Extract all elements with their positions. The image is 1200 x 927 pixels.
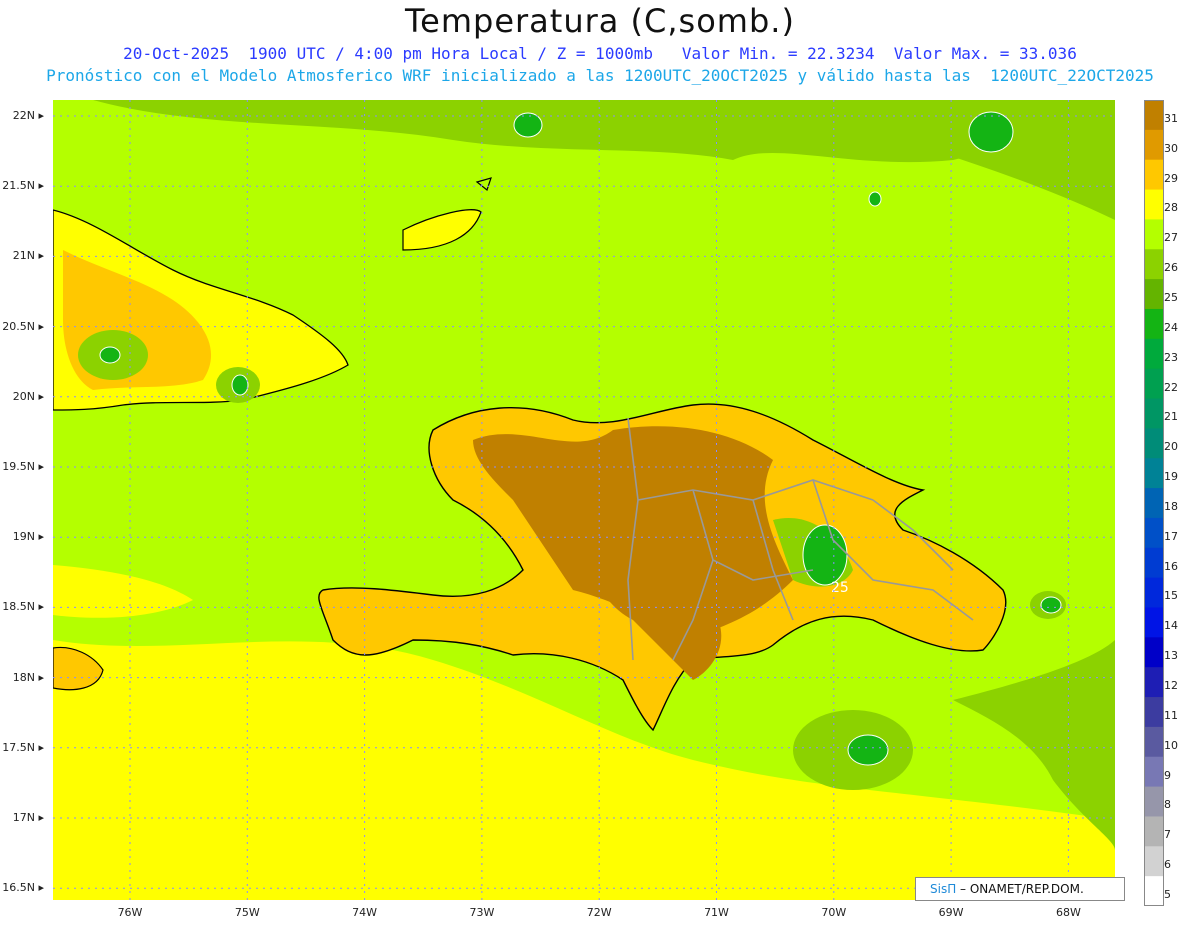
- scale-label: 5: [1164, 888, 1171, 901]
- lat-label: 22N ▸: [12, 109, 44, 122]
- lon-label: 72W: [586, 906, 612, 919]
- lat-label: 18.5N ▸: [2, 600, 44, 614]
- lat-label: 20.5N ▸: [2, 319, 44, 333]
- lat-label: 21N ▸: [12, 249, 44, 263]
- color-swatch: [1144, 458, 1164, 489]
- scale-label: 16: [1164, 559, 1178, 573]
- lat-label: 19.5N ▸: [2, 460, 44, 473]
- lon-label: 71W: [704, 906, 729, 919]
- lat-label: 20N ▸: [12, 389, 44, 403]
- scale-label: 26: [1164, 261, 1178, 275]
- color-swatch: [1144, 368, 1164, 400]
- scale-label: 23: [1164, 350, 1178, 364]
- color-swatch: [1144, 279, 1164, 310]
- color-swatch: [1144, 816, 1164, 847]
- scale-label: 14: [1164, 619, 1178, 633]
- scale-label: 15: [1164, 589, 1178, 603]
- contour-label-25: 25: [831, 580, 849, 596]
- color-swatch: [1144, 577, 1164, 608]
- color-swatch: [1144, 488, 1164, 519]
- scale-label: 24: [1164, 320, 1178, 334]
- lon-label: 76W: [117, 906, 143, 919]
- color-swatch: [1144, 249, 1164, 280]
- scale-label: 25: [1164, 290, 1178, 304]
- color-swatch: [1144, 398, 1164, 429]
- lat-label: 17N ▸: [12, 811, 44, 824]
- scale-label: 20: [1164, 440, 1178, 454]
- scale-label: 31: [1164, 111, 1178, 125]
- color-swatch: [1144, 547, 1164, 579]
- color-swatch: [1144, 428, 1164, 459]
- lon-label: 73W: [469, 906, 495, 919]
- color-swatch: [1144, 308, 1164, 340]
- color-swatch: [1144, 667, 1164, 698]
- color-swatch: [1144, 159, 1164, 191]
- model-run-line: Pronóstico con el Modelo Atmosferico WRF…: [46, 66, 1154, 85]
- lon-label: 75W: [234, 906, 260, 919]
- scale-label: 22: [1164, 380, 1178, 394]
- scale-label: 17: [1164, 529, 1178, 543]
- scale-label: 11: [1164, 708, 1178, 722]
- scale-label: 27: [1164, 231, 1178, 245]
- color-swatch: [1144, 637, 1164, 668]
- lon-label: 74W: [352, 906, 378, 919]
- color-swatch: [1144, 876, 1164, 906]
- sisp-logo-text: SisΠ: [930, 882, 957, 896]
- map-title: Temperatura (C,somb.): [405, 2, 795, 40]
- lat-label: 21.5N ▸: [2, 179, 44, 193]
- temperature-map: 25: [53, 100, 1115, 900]
- color-swatch: [1144, 100, 1164, 131]
- valid-time-line: 20-Oct-2025 1900 UTC / 4:00 pm Hora Loca…: [123, 44, 1077, 63]
- scale-label: 7: [1164, 828, 1171, 842]
- lat-label: 16.5N ▸: [2, 881, 44, 895]
- color-swatch: [1144, 338, 1164, 370]
- scale-label: 19: [1164, 470, 1178, 484]
- color-swatch: [1144, 846, 1164, 877]
- lat-label: 19N ▸: [12, 530, 44, 544]
- credit-text: – ONAMET/REP.DOM.: [956, 882, 1084, 896]
- color-swatch: [1144, 697, 1164, 728]
- lon-label: 68W: [1055, 906, 1081, 919]
- color-swatch: [1144, 129, 1164, 161]
- cool-highland: [802, 524, 848, 586]
- lon-label: 69W: [938, 906, 964, 919]
- scale-label: 8: [1164, 798, 1171, 812]
- scale-label: 30: [1164, 141, 1178, 155]
- scale-label: 29: [1164, 171, 1178, 185]
- color-swatch: [1144, 726, 1164, 758]
- lat-label: 17.5N ▸: [2, 740, 44, 754]
- color-swatch: [1144, 607, 1164, 638]
- scale-label: 21: [1164, 410, 1178, 424]
- scale-label: 13: [1164, 649, 1178, 663]
- color-swatch: [1144, 189, 1164, 220]
- scale-label: 10: [1164, 738, 1178, 752]
- scale-label: 6: [1164, 858, 1171, 872]
- scale-label: 12: [1164, 679, 1178, 693]
- scale-label: 28: [1164, 201, 1178, 215]
- color-swatch: [1144, 219, 1164, 250]
- color-swatch: [1144, 756, 1164, 788]
- scale-label: 9: [1164, 768, 1171, 782]
- lon-label: 70W: [821, 906, 847, 919]
- color-scale-bar: [1144, 100, 1164, 906]
- color-swatch: [1144, 517, 1164, 549]
- scale-label: 18: [1164, 499, 1178, 513]
- lat-label: 18N ▸: [12, 670, 44, 684]
- credit-box: SisΠ – ONAMET/REP.DOM.: [915, 877, 1125, 901]
- color-swatch: [1144, 786, 1164, 817]
